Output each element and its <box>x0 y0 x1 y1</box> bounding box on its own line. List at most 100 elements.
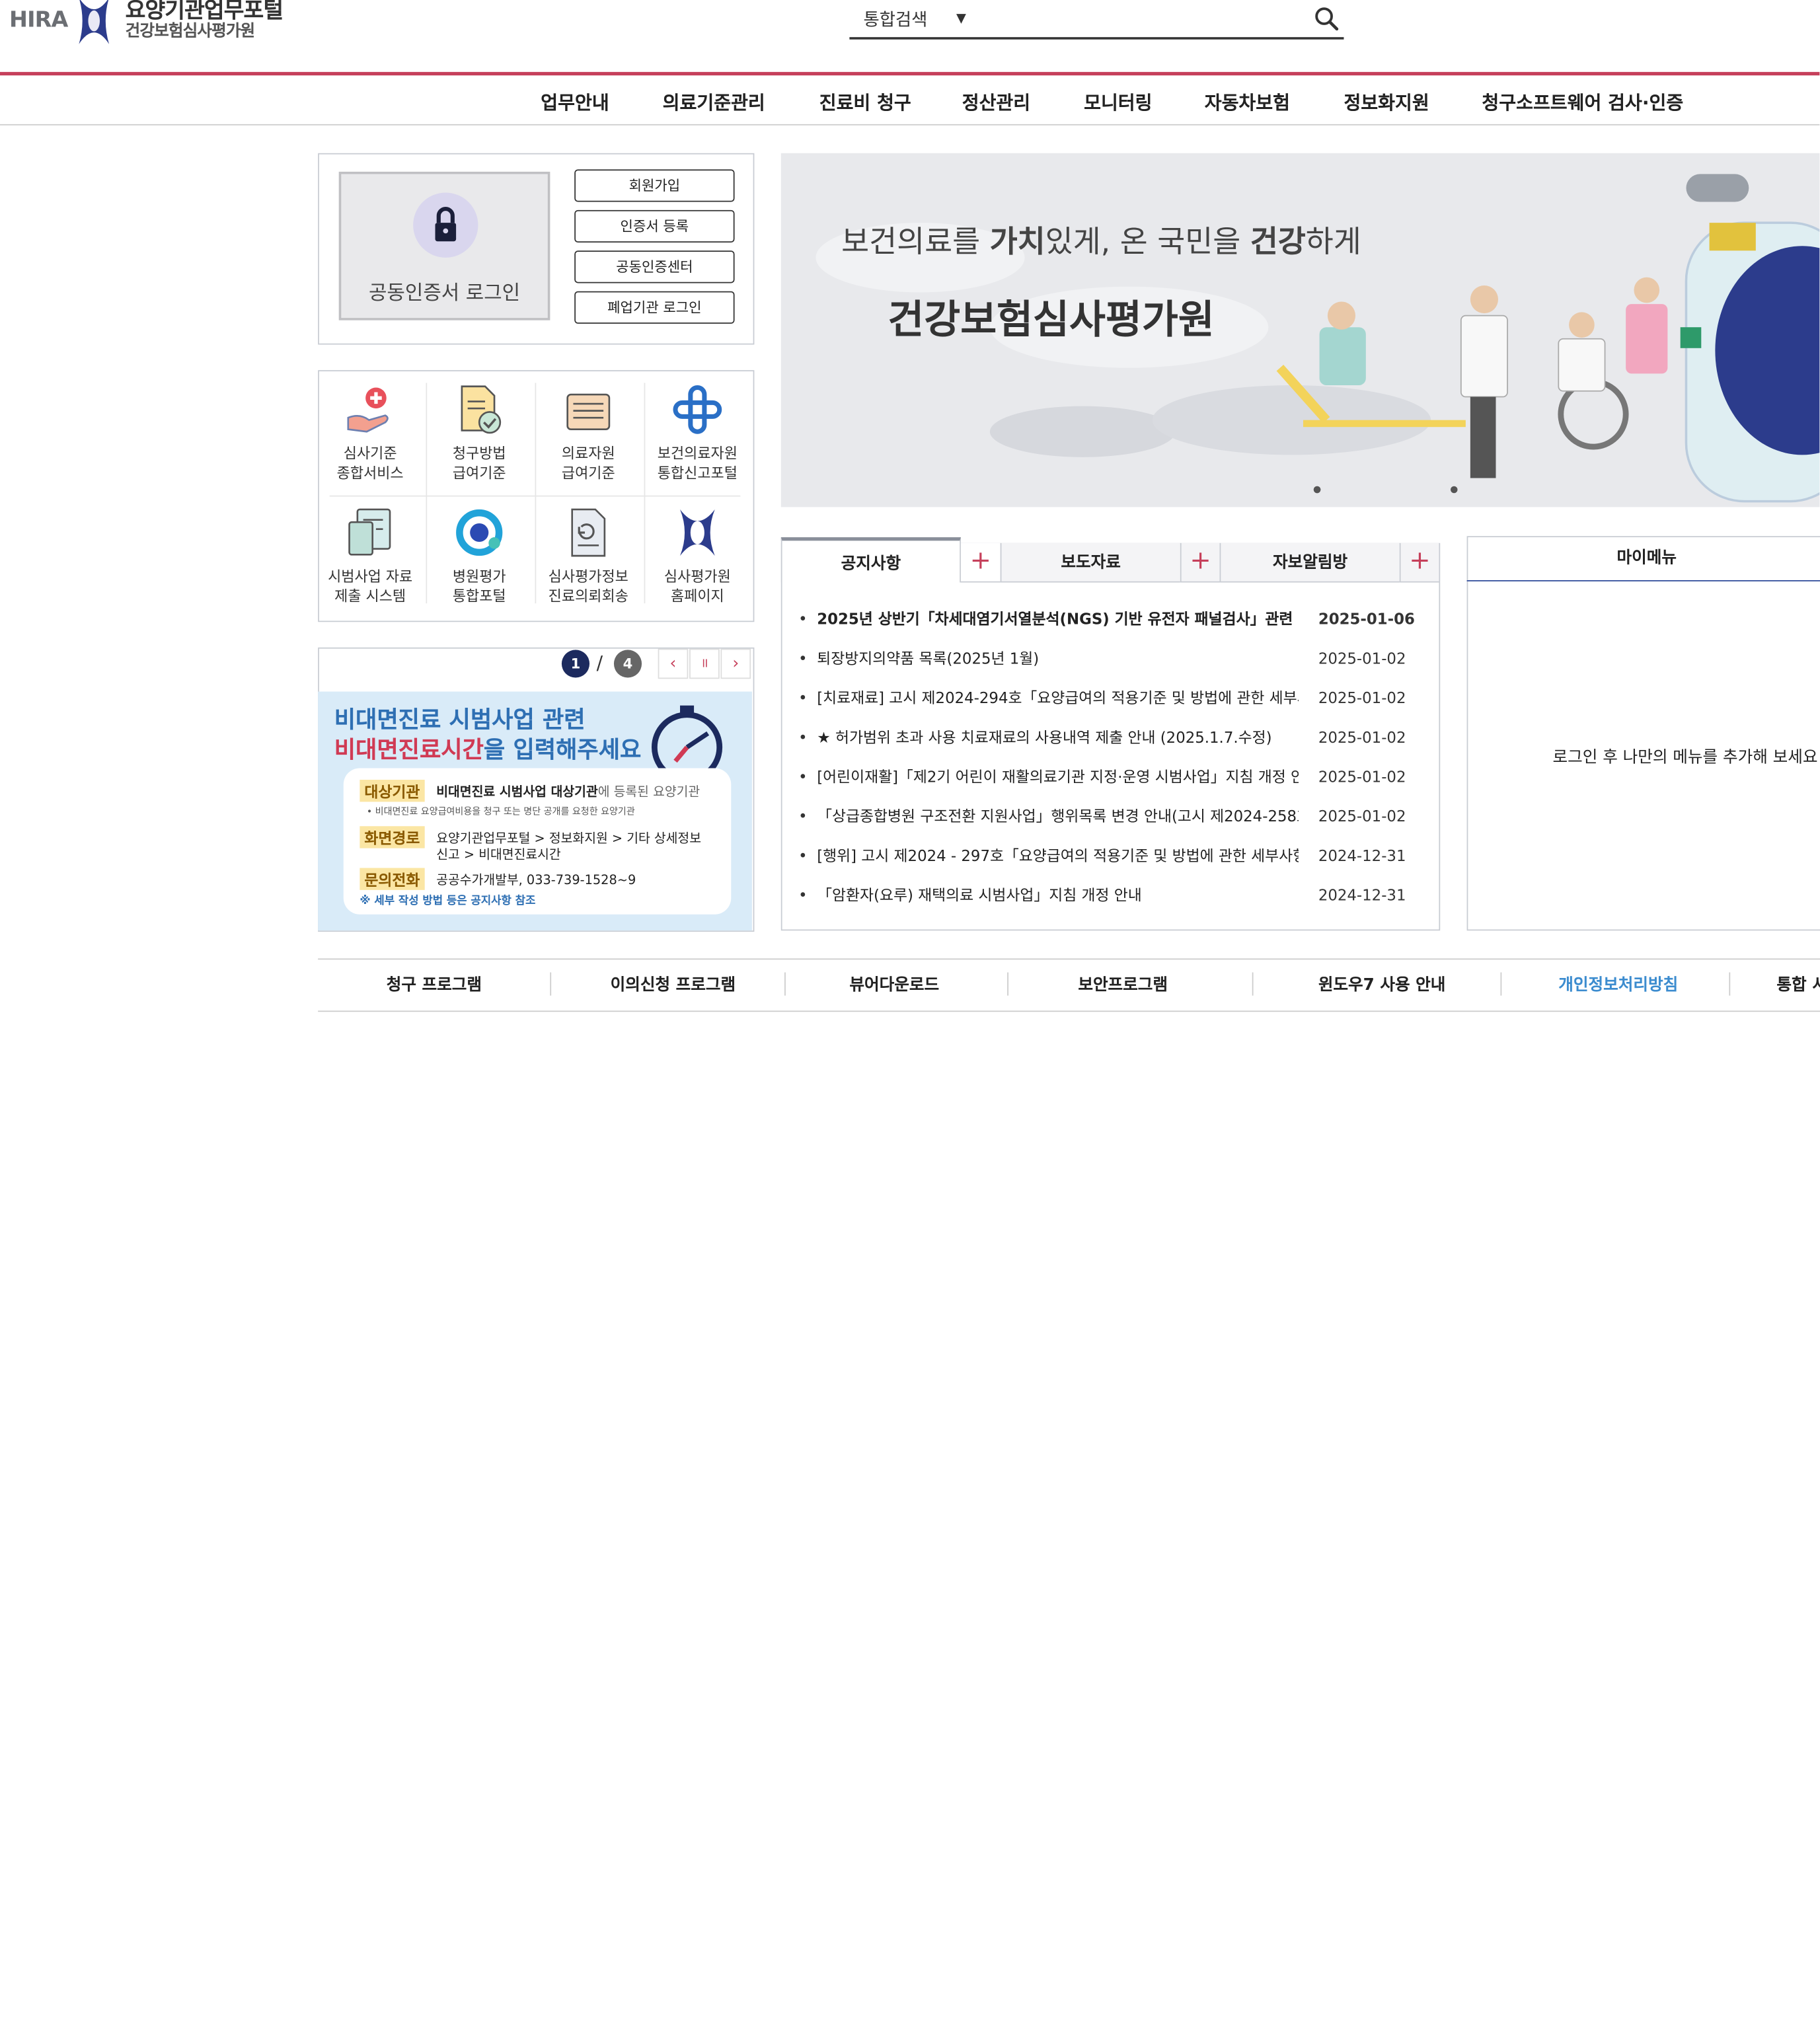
security-program-link[interactable]: 보안프로그램 <box>1078 973 1168 996</box>
notice-title[interactable]: ★ 허가범위 초과 사용 치료재료의 사용내역 제출 안내 (2025.1.7.… <box>817 720 1299 759</box>
objection-program-link[interactable]: 이의신청 프로그램 <box>611 973 736 996</box>
quick-link-medical-resources[interactable]: 의료자원 급여기준 <box>535 383 642 482</box>
nav-item-settlement[interactable]: 정산관리 <box>962 87 1030 115</box>
notice-date: 2024-12-31 <box>1318 887 1406 905</box>
quick-link-label: 급여기준 <box>561 464 615 482</box>
nav-item-medical-standards[interactable]: 의료기준관리 <box>663 87 765 115</box>
promo-headline-rest: 을 입력해주세요 <box>483 735 642 764</box>
quick-link-pilot-data-submit[interactable]: 시범사업 자료 제출 시스템 <box>317 506 424 606</box>
nav-item-it-support[interactable]: 정보화지원 <box>1344 87 1429 115</box>
quick-link-label: 의료자원 <box>561 444 615 462</box>
search-scope-select[interactable]: 통합검색 <box>863 7 927 32</box>
notice-item[interactable]: • 2025년 상반기「차세대염기서열분석(NGS) 기반 유전자 패널검사」관련… <box>798 601 1415 641</box>
certificate-center-button[interactable]: 공동인증센터 <box>574 250 735 283</box>
quick-link-hospital-evaluation[interactable]: 병원평가 통합포털 <box>426 506 533 606</box>
closed-institution-login-button[interactable]: 폐업기관 로그인 <box>574 291 735 324</box>
quick-link-label: 홈페이지 <box>670 587 724 605</box>
promo-info-card: 대상기관 비대면진료 시범사업 대상기관에 등록된 요양기관 • 비대면진료 요… <box>343 768 732 915</box>
nav-item-software-cert[interactable]: 청구소프트웨어 검사·인증 <box>1482 87 1683 115</box>
promo-row2-text2: 신고 > 비대면진료시간 <box>436 846 561 862</box>
notice-item[interactable]: • [행위] 고시 제2024 - 297호「요양급여의 적용기준 및 방법에 관… <box>798 838 1414 878</box>
nav-item-monitoring[interactable]: 모니터링 <box>1084 87 1152 115</box>
bullet: • <box>798 611 808 629</box>
auto-notice-more-button[interactable]: + <box>1399 543 1439 583</box>
bullet: • <box>798 848 808 866</box>
notice-date: 2025-01-02 <box>1318 769 1406 787</box>
quick-link-hira-homepage[interactable]: 심사평가원 홈페이지 <box>644 506 751 606</box>
notice-item[interactable]: • ★ 허가범위 초과 사용 치료재료의 사용내역 제출 안내 (2025.1.7… <box>798 720 1414 759</box>
quick-link-label: 심사평가원 <box>664 567 731 585</box>
chevron-down-icon[interactable]: ▼ <box>956 11 966 26</box>
quick-link-referral[interactable]: 심사평가정보 진료의뢰회송 <box>535 506 642 606</box>
promo-headline-1: 비대면진료 시범사업 관련 <box>334 705 586 733</box>
tab-press[interactable]: 보도자료 <box>1000 543 1180 583</box>
notice-more-button[interactable]: + <box>960 543 1001 583</box>
hira-logo-icon[interactable] <box>74 0 114 46</box>
notice-title[interactable]: [행위] 고시 제2024 - 297호「요양급여의 적용기준 및 방법에 관한… <box>817 838 1299 878</box>
notice-date: 2024-12-31 <box>1318 848 1406 866</box>
promo-footnote: ※ 세부 작성 방법 등은 공지사항 참조 <box>360 894 536 908</box>
claim-program-link[interactable]: 청구 프로그램 <box>387 973 482 996</box>
quick-link-label: 심사기준 <box>343 444 397 462</box>
search-icon[interactable] <box>1314 6 1340 32</box>
windows7-guide-link[interactable]: 윈도우7 사용 안내 <box>1318 973 1446 996</box>
banner-next-button[interactable]: › <box>720 648 751 679</box>
notice-item[interactable]: • 「상급종합병원 구조전환 지원사업」행위목록 변경 안내(고시 제2024-2… <box>798 798 1414 838</box>
promo-tag-path: 화면경로 <box>360 826 425 848</box>
bullet: • <box>798 769 808 787</box>
bullet: • <box>798 651 808 669</box>
notice-title[interactable]: 「암환자(요루) 재택의료 시범사업」지침 개정 안내 <box>817 878 1299 917</box>
tab-notice[interactable]: 공지사항 <box>780 537 961 583</box>
logo-hira-text[interactable]: HIRA <box>9 7 68 33</box>
certificate-login-button[interactable]: 공동인증서 로그인 <box>338 171 550 320</box>
tab-auto-insurance-notice[interactable]: 자보알림방 <box>1219 543 1400 583</box>
notice-date: 2025-01-02 <box>1318 690 1406 708</box>
privacy-policy-link[interactable]: 개인정보처리방침 <box>1558 973 1678 996</box>
nav-item-auto-insurance[interactable]: 자동차보험 <box>1205 87 1290 115</box>
notice-title[interactable]: 퇴장방지의약품 목록(2025년 1월) <box>817 640 1299 680</box>
bullet: • <box>798 887 808 905</box>
certificate-login-label: 공동인증서 로그인 <box>368 281 521 305</box>
integrated-service-link[interactable]: 통합 서 <box>1776 973 1820 996</box>
quick-link-claim-method[interactable]: 청구방법 급여기준 <box>426 383 533 482</box>
hero-slogan-bold: 건강 <box>1250 225 1306 260</box>
promo-banner[interactable]: 비대면진료 시범사업 관련 비대면진료시간을 입력해주세요 대상기관 비대면진료… <box>318 691 752 931</box>
referral-doc-icon <box>571 508 606 557</box>
promo-row1-bold: 비대면진료 시범사업 대상기관 <box>436 784 598 800</box>
notice-title[interactable]: 2025년 상반기「차세대염기서열분석(NGS) 기반 유전자 패널검사」관련 … <box>817 601 1299 641</box>
press-more-button[interactable]: + <box>1180 543 1220 583</box>
notice-title[interactable]: [치료재료] 고시 제2024-294호「요양급여의 적용기준 및 방법에 관한… <box>817 680 1299 720</box>
quick-link-label: 진료의뢰회송 <box>548 587 628 605</box>
notice-item[interactable]: • [어린이재활]「제2기 어린이 재활의료기관 지정·운영 시범사업」지침 개정… <box>798 759 1414 798</box>
quick-link-label: 시범사업 자료 <box>328 567 413 585</box>
promo-headline-2: 비대면진료시간을 입력해주세요 <box>334 731 642 765</box>
hero-banner[interactable]: 보건의료를 가치있게, 온 국민을 건강하게 건강보험심사평가원 <box>780 153 1820 507</box>
register-certificate-button[interactable]: 인증서 등록 <box>574 209 735 243</box>
banner-prev-button[interactable]: ‹ <box>658 648 689 679</box>
notice-item[interactable]: • 「암환자(요루) 재택의료 시범사업」지침 개정 안내 2024-12-31 <box>798 878 1414 917</box>
hira-logo-icon <box>680 509 715 556</box>
notice-title[interactable]: 「상급종합병원 구조전환 지원사업」행위목록 변경 안내(고시 제2024-25… <box>817 798 1299 838</box>
divider <box>1252 972 1254 996</box>
nav-item-claims[interactable]: 진료비 청구 <box>819 87 911 115</box>
viewer-download-link[interactable]: 뷰어다운로드 <box>849 973 939 996</box>
quick-link-label: 제출 시스템 <box>334 587 406 605</box>
quick-link-label: 청구방법 <box>452 444 506 462</box>
quick-link-label: 종합서비스 <box>336 464 404 482</box>
notice-title[interactable]: [어린이재활]「제2기 어린이 재활의료기관 지정·운영 시범사업」지침 개정 … <box>817 759 1299 798</box>
quick-link-label: 통합신고포털 <box>657 464 738 482</box>
folder-stack-icon <box>566 393 611 431</box>
signup-button[interactable]: 회원가입 <box>574 169 735 202</box>
hero-org-name: 건강보험심사평가원 <box>888 297 1215 344</box>
divider <box>784 972 786 996</box>
notice-item[interactable]: • 퇴장방지의약품 목록(2025년 1월) 2025-01-02 <box>798 640 1414 680</box>
quick-link-resource-report-portal[interactable]: 보건의료자원 통합신고포털 <box>644 383 751 482</box>
hero-slogan-part: 하게 <box>1305 225 1361 260</box>
divider <box>1729 972 1731 996</box>
nav-item-work-guide[interactable]: 업무안내 <box>541 87 609 115</box>
notice-item[interactable]: • [치료재료] 고시 제2024-294호「요양급여의 적용기준 및 방법에 관… <box>798 680 1414 720</box>
quick-link-review-standards[interactable]: 심사기준 종합서비스 <box>317 383 424 482</box>
hero-slogan: 보건의료를 가치있게, 온 국민을 건강하게 <box>841 218 1361 261</box>
banner-total-pages: 4 <box>613 650 642 678</box>
banner-pause-button[interactable]: ॥ <box>689 648 720 679</box>
